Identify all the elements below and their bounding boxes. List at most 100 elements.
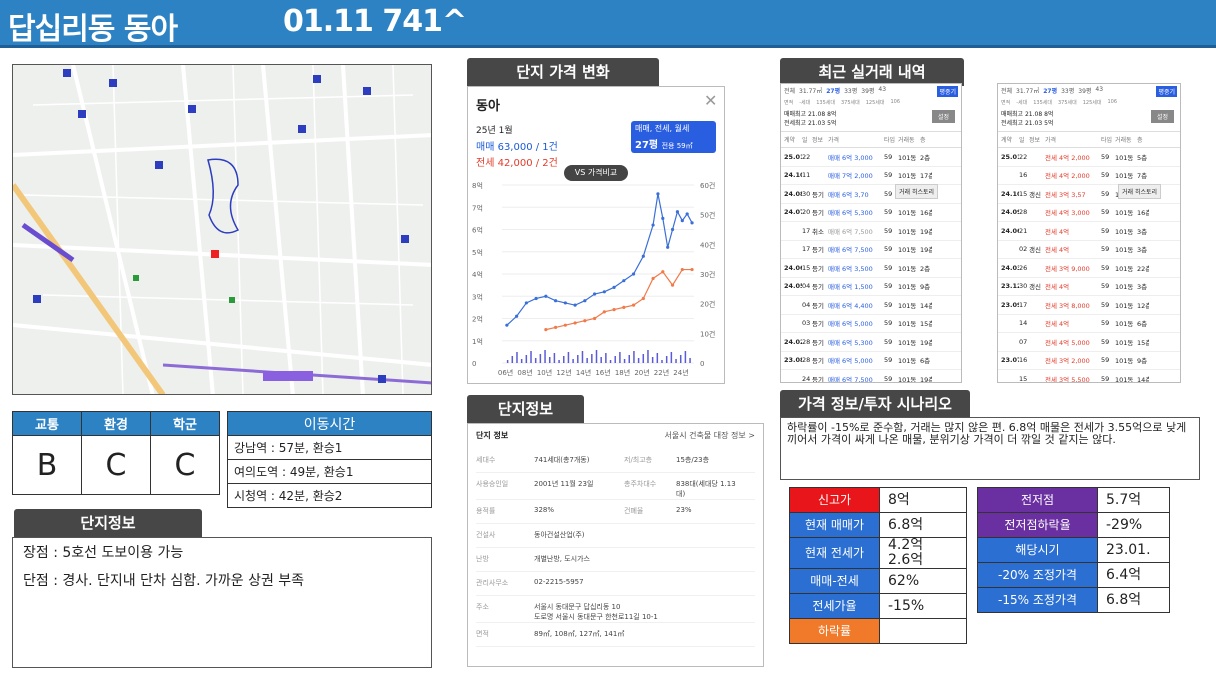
settings-button[interactable]: 설정 xyxy=(1150,110,1174,123)
deal-row[interactable]: 25.0122 전세 4억 2,000 59 101동5층 xyxy=(998,148,1180,167)
y2-tick-label: 10건 xyxy=(700,329,715,338)
data-point xyxy=(592,292,597,296)
deal-cell: 23.08 xyxy=(784,356,802,365)
price-value: 4.2억 2.6억 xyxy=(879,537,967,569)
price-value-secondary: 2.6억 xyxy=(888,552,924,568)
deal-row[interactable]: 03등기 매매 6억 5,000 59 101동15층 xyxy=(781,315,961,333)
deal-row[interactable]: 15 전세 3억 5,500 59 101동14층 xyxy=(998,370,1180,383)
deals-col-header: 계약 xyxy=(1001,137,1013,144)
deal-cell: 59 xyxy=(884,319,893,328)
page-code: 01.11 741^ xyxy=(283,4,467,39)
deal-cell: 02 xyxy=(1019,245,1028,254)
deal-cell: 04 xyxy=(802,300,811,309)
area-filter-cell: 375세대 xyxy=(840,100,860,106)
complex-info-tab: 단지정보 xyxy=(467,395,584,423)
area-filter-cell[interactable]: 31.77㎡ xyxy=(799,86,822,97)
volume-bar xyxy=(511,356,514,363)
deal-row[interactable]: 24.0621 전세 4억 59 101동3층 xyxy=(998,222,1180,241)
deal-cell: 전세 3억 5,500 xyxy=(1045,375,1090,383)
deals-panel-jeonse: 전체 31.77㎡ 27평 33평 39평 43 평중기 면적 -세대 135세대 375세대 125… xyxy=(997,83,1181,383)
area-filter-cell[interactable]: 43 xyxy=(1095,86,1103,97)
deal-cell: 101동 xyxy=(1115,283,1134,292)
deal-row[interactable]: 23.0828등기 매매 6억 5,000 59 101동6층 xyxy=(781,352,961,370)
area-filter-cell[interactable]: 27평 xyxy=(1043,86,1057,97)
trade-history-tooltip[interactable]: 거래 히스토리 xyxy=(1118,184,1162,199)
area-filter-cell[interactable]: 33평 xyxy=(844,86,857,97)
deal-row[interactable]: 24.0720등기 매매 6억 5,300 59 101동16층 xyxy=(781,204,961,222)
deal-cell: 101동 xyxy=(1115,320,1134,329)
trade-history-tooltip[interactable]: 거래 히스토리 xyxy=(895,184,939,199)
deals-col-header: 정보 xyxy=(812,137,824,144)
deal-cell: 59 xyxy=(884,356,893,365)
deals-col-header: 거래동 xyxy=(1115,137,1132,144)
filter-button[interactable]: 매매, 전세, 월세 27평 전용 59㎡ xyxy=(631,121,716,153)
deal-row[interactable]: 24.0326 전세 3억 9,000 59 101동22층 xyxy=(998,259,1180,278)
area-filter-cell[interactable]: 27평 xyxy=(826,86,840,97)
deal-row[interactable]: 23.0917 전세 3억 8,000 59 101동12층 xyxy=(998,296,1180,315)
area-toggle-button[interactable]: 평중기 xyxy=(937,86,958,97)
area-filter-cell[interactable]: 39평 xyxy=(861,86,874,97)
price-change-tab: 단지 가격 변화 xyxy=(467,58,659,86)
area-filter-cell[interactable]: 39평 xyxy=(1078,86,1091,97)
volume-bar xyxy=(595,350,598,363)
deal-row[interactable]: 04등기 매매 6억 4,400 59 101동14층 xyxy=(781,296,961,315)
deal-cell: 17 xyxy=(802,226,811,235)
deal-row[interactable]: 16 전세 4억 2,000 59 101동 7층 xyxy=(998,167,1180,185)
complex-info-row: 관리사무소 02-2215-5957 xyxy=(476,572,755,596)
area-filter-cell[interactable]: 43 xyxy=(878,86,886,97)
area-filter-cell[interactable]: 전체 xyxy=(784,86,795,97)
deal-row[interactable]: 25.0122 매매 6억 3,000 59 101동2층 xyxy=(781,148,961,167)
deal-cell: 갱신 xyxy=(1029,190,1041,199)
deal-row[interactable]: 24등기 매매 6억 7,500 59 101동19층 xyxy=(781,370,961,383)
close-icon[interactable]: ✕ xyxy=(704,91,717,110)
area-toggle-button[interactable]: 평중기 xyxy=(1156,86,1177,97)
volume-bar xyxy=(563,356,565,363)
deal-row[interactable]: 23.1230갱신 전세 4억 59 101동3층 xyxy=(998,278,1180,296)
data-point xyxy=(622,279,626,283)
deal-cell: 매매 6억 7,500 xyxy=(828,227,873,236)
deal-cell: 16 xyxy=(1019,171,1028,180)
deal-cell: 101동 xyxy=(898,153,917,162)
deal-row[interactable]: 24.0504등기 매매 6억 1,500 59 101동9층 xyxy=(781,278,961,296)
deal-row[interactable]: 23.0716 전세 3억 2,000 59 101동9층 xyxy=(998,352,1180,370)
deal-cell: 59 xyxy=(1101,245,1110,254)
area-filter-cell[interactable]: 33평 xyxy=(1061,86,1074,97)
building-registry-link[interactable]: 서울시 건축물 대장 정보 > xyxy=(665,430,755,441)
info-value: 서울시 동대문구 답십리동 10 도로명 서울시 동대문구 한천로11길 10-1 xyxy=(534,603,658,621)
deals-col-header: 가격 xyxy=(828,137,840,144)
area-filter-cell[interactable]: 31.77㎡ xyxy=(1016,86,1039,97)
area-filter-row[interactable]: 전체 31.77㎡ 27평 33평 39평 43 평중기 xyxy=(781,84,961,99)
data-point xyxy=(583,299,587,303)
area-filter-row[interactable]: 전체 31.77㎡ 27평 33평 39평 43 평중기 xyxy=(998,84,1180,99)
volume-bar xyxy=(614,356,616,363)
deal-cell: 24 xyxy=(802,374,811,383)
deal-row[interactable]: 17취소 매매 6억 7,500 59 101동19층 xyxy=(781,222,961,241)
deal-row[interactable]: 14 전세 4억 59 101동 6층 xyxy=(998,315,1180,333)
deal-row[interactable]: 24.0615등기 매매 6억 3,500 59 101동2층 xyxy=(781,259,961,278)
area-filter-cell[interactable]: 전체 xyxy=(1001,86,1012,97)
settings-button[interactable]: 설정 xyxy=(931,110,955,123)
data-point xyxy=(690,221,694,225)
deal-cell: 매매 6억 3,000 xyxy=(828,153,873,162)
volume-bar xyxy=(525,355,528,363)
deal-row[interactable]: 17등기 매매 6억 7,500 59 101동19층 xyxy=(781,241,961,259)
deal-row[interactable]: 24.1011 매매 7억 2,000 59 101동17층 xyxy=(781,167,961,185)
deal-row[interactable]: 02 갱신 전세 4억 59 101동 3층 xyxy=(998,241,1180,259)
data-point xyxy=(690,267,694,272)
price-value: 6.8억 xyxy=(879,512,967,538)
map-panel[interactable] xyxy=(12,64,432,395)
data-point xyxy=(651,223,655,227)
rating-transport: B xyxy=(12,435,82,495)
data-point xyxy=(554,325,558,329)
deal-row[interactable]: 24.0228등기 매매 6억 5,300 59 101동19층 xyxy=(781,333,961,352)
info-key: 관리사무소 xyxy=(476,579,509,587)
info-value: 02-2215-5957 xyxy=(534,578,584,586)
map-graphic[interactable] xyxy=(13,65,432,395)
info-key: 세대수 xyxy=(476,456,496,464)
deal-cell: 101동 xyxy=(1115,246,1134,255)
deal-row[interactable]: 07 전세 4억 5,000 59 101동15층 xyxy=(998,333,1180,352)
deal-cell: 전세 4억 xyxy=(1045,283,1070,292)
rating-school: C xyxy=(150,435,220,495)
deal-row[interactable]: 24.0928 전세 4억 3,000 59 101동16층 xyxy=(998,204,1180,222)
deal-cell: 전세 3억 8,000 xyxy=(1045,301,1090,310)
